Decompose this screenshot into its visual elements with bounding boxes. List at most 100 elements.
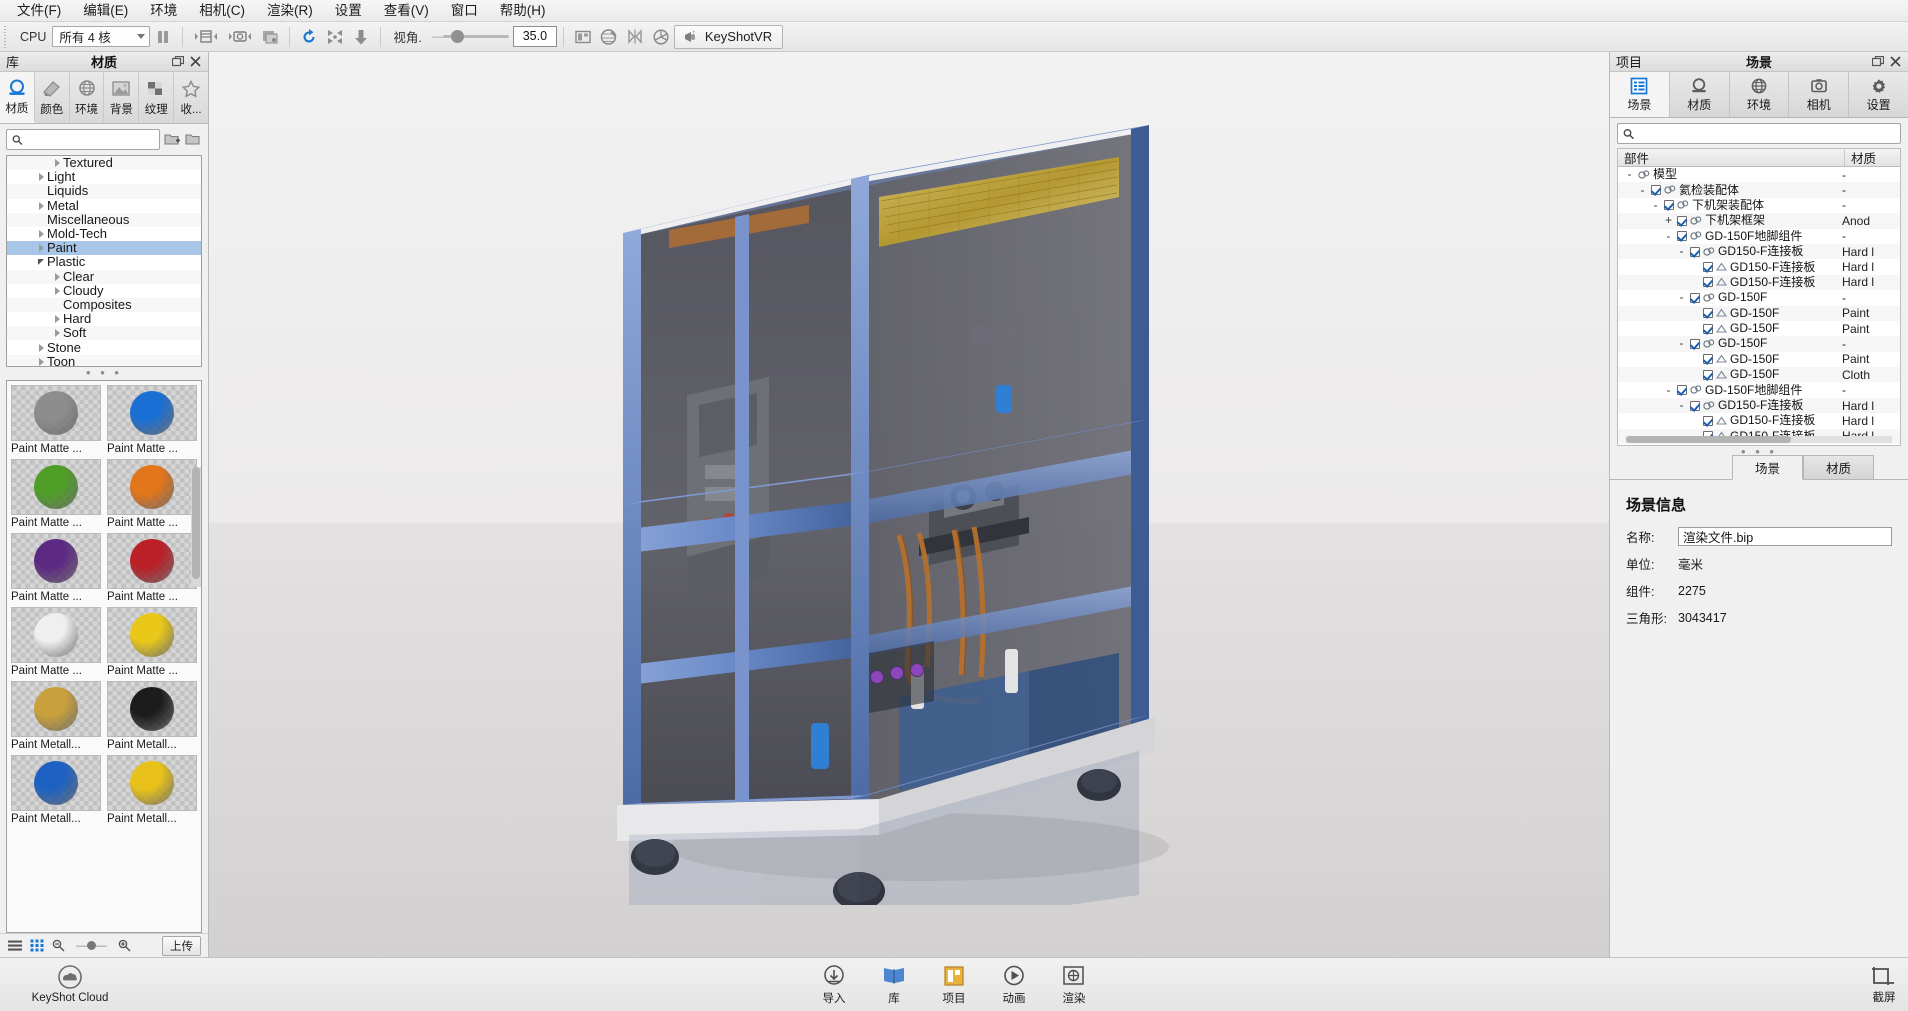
project-tab-material[interactable]: 材质 [1670, 72, 1730, 117]
library-tab-material[interactable]: 材质 [0, 72, 35, 123]
subtab-scene[interactable]: 场景 [1732, 455, 1803, 480]
collapse-minus-icon[interactable]: - [1663, 231, 1674, 242]
close-icon[interactable] [189, 55, 202, 68]
slider-knob[interactable] [451, 30, 464, 43]
library-tree-item[interactable]: Clear [7, 270, 201, 284]
menu-environment[interactable]: 环境 [139, 0, 188, 22]
visibility-checkbox[interactable] [1703, 370, 1713, 380]
screenshot-button[interactable] [257, 25, 283, 49]
chevron-right-icon[interactable] [35, 244, 47, 252]
project-tab-scene[interactable]: 场景 [1610, 72, 1670, 117]
toolbar-drag-handle[interactable] [2, 26, 11, 48]
visibility-checkbox[interactable] [1677, 216, 1687, 226]
library-tree-item[interactable]: Metal [7, 199, 201, 213]
library-tree-item[interactable]: Light [7, 170, 201, 184]
scene-tree-row[interactable]: -GD-150F地脚组件- [1618, 382, 1900, 397]
menu-camera[interactable]: 相机(C) [188, 0, 256, 22]
upload-button[interactable]: 上传 [162, 936, 201, 956]
undock-icon[interactable] [1871, 55, 1884, 68]
chevron-right-icon[interactable] [51, 287, 63, 295]
library-tree-item[interactable]: Stone [7, 340, 201, 354]
subtab-material[interactable]: 材质 [1803, 455, 1874, 479]
scene-tree-scrollbar[interactable] [1626, 436, 1892, 443]
scene-tree-row[interactable]: -模型- [1618, 167, 1900, 182]
close-icon[interactable] [1889, 55, 1902, 68]
chevron-right-icon[interactable] [35, 358, 47, 366]
chevron-right-icon[interactable] [35, 344, 47, 352]
library-search-input[interactable] [27, 133, 154, 147]
scene-tree-row[interactable]: -GD150-F连接板Hard l [1618, 398, 1900, 413]
scene-name-input[interactable] [1678, 527, 1892, 546]
visibility-checkbox[interactable] [1703, 416, 1713, 426]
bottom-button-project[interactable]: 项目 [933, 964, 975, 1006]
material-swatch-preview[interactable] [107, 607, 197, 663]
folder-options-icon[interactable] [185, 132, 202, 147]
visibility-checkbox[interactable] [1690, 401, 1700, 411]
scene-search-input[interactable] [1638, 127, 1895, 141]
scene-tree-row[interactable]: -GD-150F地脚组件- [1618, 229, 1900, 244]
library-tree-item[interactable]: Mold-Tech [7, 227, 201, 241]
scene-tree-row[interactable]: -氦检装配体- [1618, 182, 1900, 197]
library-tab-favorites[interactable]: 收... [174, 72, 208, 123]
library-tab-texture[interactable]: 纹理 [139, 72, 174, 123]
menu-settings[interactable]: 设置 [324, 0, 373, 22]
scene-tree-row[interactable]: -GD150-F连接板Hard l [1618, 244, 1900, 259]
swatch-scrollbar[interactable] [191, 467, 201, 587]
library-category-tree[interactable]: TexturedLightLiquidsMetalMiscellaneousMo… [6, 155, 202, 367]
library-tree-item[interactable]: Paint [7, 241, 201, 255]
chevron-right-icon[interactable] [35, 173, 47, 181]
library-tab-color[interactable]: 颜色 [35, 72, 70, 123]
material-swatch-area[interactable]: Paint Matte ...Paint Matte ...Paint Matt… [6, 380, 202, 933]
material-swatch[interactable]: Paint Matte ... [8, 457, 104, 531]
chevron-right-icon[interactable] [51, 315, 63, 323]
material-swatch-preview[interactable] [11, 681, 101, 737]
project-tab-settings[interactable]: 设置 [1849, 72, 1908, 117]
menu-help[interactable]: 帮助(H) [489, 0, 557, 22]
menu-view[interactable]: 查看(V) [373, 0, 440, 22]
material-swatch-preview[interactable] [107, 755, 197, 811]
library-tab-environment[interactable]: 环境 [70, 72, 105, 123]
material-graph-button[interactable] [596, 25, 622, 49]
material-swatch[interactable]: Paint Matte ... [104, 605, 200, 679]
swatch-size-slider-knob[interactable] [87, 941, 96, 950]
scene-tree-row[interactable]: GD150-F连接板Hard l [1618, 275, 1900, 290]
project-tab-camera[interactable]: 相机 [1789, 72, 1849, 117]
chevron-down-icon[interactable] [35, 259, 47, 265]
expand-plus-icon[interactable]: + [1663, 215, 1674, 226]
add-folder-icon[interactable] [164, 132, 181, 147]
chevron-right-icon[interactable] [51, 273, 63, 281]
collapse-minus-icon[interactable]: - [1676, 400, 1687, 411]
visibility-checkbox[interactable] [1690, 247, 1700, 257]
cpu-cores-select[interactable]: 所有 4 核 [52, 26, 150, 47]
camera-aperture-button[interactable] [648, 25, 674, 49]
collapse-minus-icon[interactable]: - [1624, 169, 1635, 180]
scene-tree-row[interactable]: -GD-150F- [1618, 444, 1900, 446]
library-tree-item[interactable]: Liquids [7, 184, 201, 198]
material-swatch-preview[interactable] [11, 459, 101, 515]
scene-tree-row[interactable]: -GD-150F- [1618, 290, 1900, 305]
scene-tree-row[interactable]: GD150-F连接板Hard l [1618, 259, 1900, 274]
scene-tree-row[interactable]: -GD-150F- [1618, 336, 1900, 351]
material-swatch-preview[interactable] [11, 385, 101, 441]
layout-panels-button[interactable] [570, 25, 596, 49]
chevron-right-icon[interactable] [51, 159, 63, 167]
material-swatch-preview[interactable] [11, 755, 101, 811]
material-swatch[interactable]: Paint Matte ... [104, 383, 200, 457]
render-viewport[interactable] [209, 52, 1609, 957]
download-button[interactable] [348, 25, 374, 49]
library-tree-item[interactable]: Composites [7, 298, 201, 312]
bottom-button-import[interactable]: 导入 [813, 964, 855, 1006]
library-search-box[interactable] [6, 129, 160, 150]
material-swatch-preview[interactable] [107, 681, 197, 737]
chevron-right-icon[interactable] [35, 230, 47, 238]
view-angle-value[interactable]: 35.0 [513, 26, 557, 47]
chevron-right-icon[interactable] [35, 202, 47, 210]
collapse-minus-icon[interactable]: - [1650, 200, 1661, 211]
grid-view-icon[interactable] [30, 939, 45, 952]
material-swatch-preview[interactable] [107, 459, 197, 515]
library-tab-background[interactable]: 背景 [104, 72, 139, 123]
visibility-checkbox[interactable] [1703, 262, 1713, 272]
collapse-minus-icon[interactable]: - [1663, 385, 1674, 396]
keyshot-vr-button[interactable]: KeyShotVR [674, 25, 783, 49]
bottom-button-library[interactable]: 库 [873, 964, 915, 1006]
